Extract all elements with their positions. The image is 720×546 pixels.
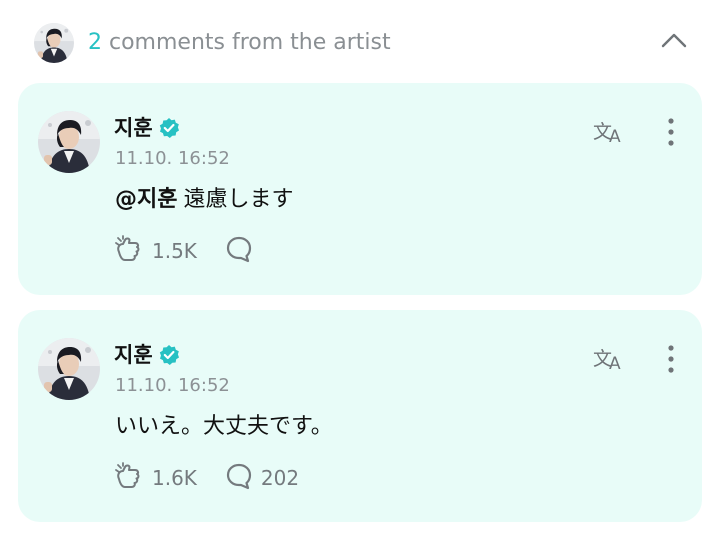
mention-link[interactable]: @지훈 — [115, 187, 177, 212]
comment-timestamp: 11.10. 16:52 — [115, 375, 230, 396]
verified-badge-icon — [158, 117, 180, 139]
svg-text:A: A — [609, 127, 621, 145]
translate-icon: 文 A — [592, 344, 628, 376]
collapse-button[interactable] — [652, 24, 696, 60]
like-count: 1.6K — [152, 466, 197, 490]
like-button[interactable]: 1.6K — [114, 461, 197, 495]
more-vertical-icon — [668, 118, 674, 150]
cheer-hand-icon — [114, 234, 152, 268]
comment-body: いいえ。大丈夫です。 — [115, 414, 333, 439]
artist-avatar[interactable] — [34, 23, 74, 63]
author-avatar[interactable] — [38, 338, 100, 400]
comment-bubble-icon — [225, 462, 261, 495]
svg-text:A: A — [609, 354, 621, 372]
comment-timestamp: 11.10. 16:52 — [115, 148, 230, 169]
comment-actions: 1.6K 202 — [114, 461, 299, 495]
comments-header: 2 comments from the artist — [0, 0, 720, 84]
comment-body: 遠慮します — [183, 187, 294, 212]
verified-badge-icon — [158, 344, 180, 366]
author-name[interactable]: 지훈 — [114, 114, 153, 142]
author-avatar[interactable] — [38, 111, 100, 173]
comments-header-label: 2 comments from the artist — [88, 29, 391, 57]
comment-text: いいえ。大丈夫です。 — [115, 412, 333, 442]
more-options-button[interactable] — [656, 344, 686, 378]
like-count: 1.5K — [152, 239, 197, 263]
comment-text: @지훈 遠慮します — [115, 185, 294, 215]
translate-button[interactable]: 文 A — [590, 117, 630, 149]
like-button[interactable]: 1.5K — [114, 234, 197, 268]
comment-bubble-icon — [225, 235, 261, 268]
reply-button[interactable] — [225, 235, 261, 268]
translate-icon: 文 A — [592, 117, 628, 149]
author-name[interactable]: 지훈 — [114, 341, 153, 369]
comment-count: 2 — [88, 30, 102, 55]
more-options-button[interactable] — [656, 117, 686, 151]
comment-actions: 1.5K — [114, 234, 261, 268]
reply-count: 202 — [260, 466, 300, 490]
comments-header-text: comments from the artist — [109, 30, 391, 55]
cheer-hand-icon — [114, 461, 152, 495]
comment-card: 지훈 11.10. 16:52 いいえ。大丈夫です。 文 A 1.6K 202 — [18, 310, 702, 522]
author-name-row: 지훈 — [114, 114, 180, 142]
more-vertical-icon — [668, 345, 674, 377]
chevron-up-icon — [660, 31, 688, 53]
translate-button[interactable]: 文 A — [590, 344, 630, 376]
reply-button[interactable]: 202 — [225, 462, 299, 495]
comment-card: 지훈 11.10. 16:52 @지훈 遠慮します 文 A 1.5K — [18, 83, 702, 295]
author-name-row: 지훈 — [114, 341, 180, 369]
